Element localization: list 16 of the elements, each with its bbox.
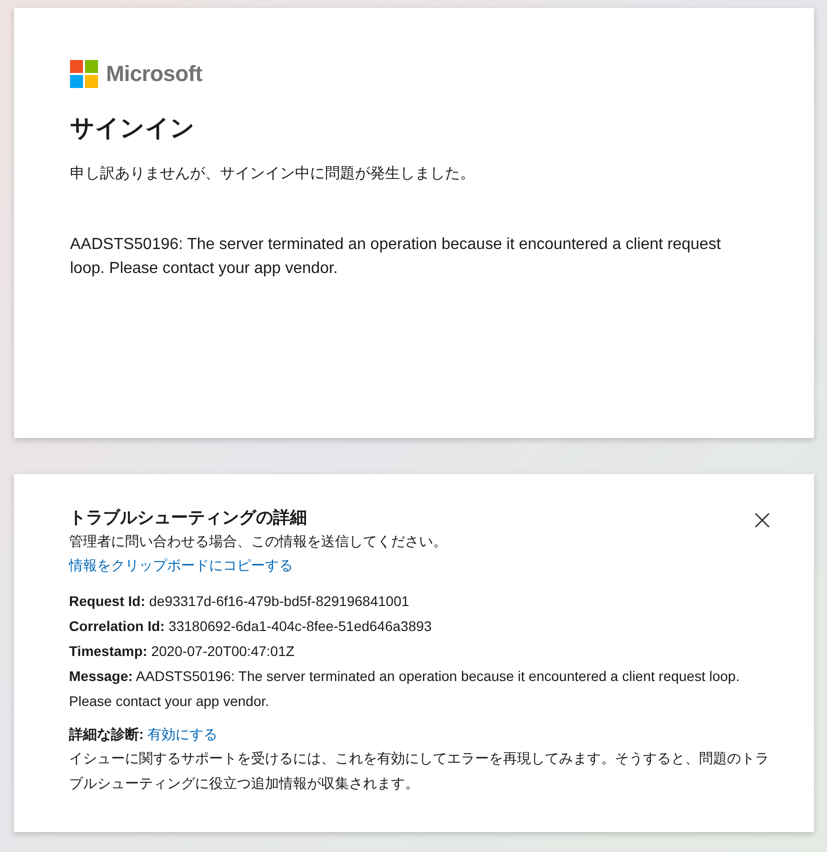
- logo-icon: [70, 60, 98, 88]
- error-summary: 申し訳ありませんが、サインイン中に問題が発生しました。: [70, 164, 476, 183]
- enable-link[interactable]: 有効にする: [148, 726, 218, 742]
- diagnostics-label: 詳細な診断:: [69, 726, 144, 742]
- page-title: サインイン: [70, 114, 196, 144]
- close-button[interactable]: ×: [746, 508, 778, 532]
- detail-line: Timestamp: 2020-07-20T00:47:01Z: [69, 642, 296, 661]
- detail-line: Message: AADSTS50196: The server terminated an operation because it encountered a client request loop. Please contact your app vendor.: [69, 667, 741, 711]
- copy-link[interactable]: 情報をクリップボードにコピーする: [69, 557, 293, 575]
- section-title: トラブルシューティングの詳細: [69, 507, 307, 529]
- intro-text: 管理者に問い合わせる場合、この情報を送信してください。: [69, 533, 448, 551]
- brand-name: Microsoft: [106, 61, 202, 87]
- diagnostics-description: イシューに関するサポートを受けるには、これを有効にしてエラーを再現してみます。そうすると、問題のトラブルシューティングに役立つ追加情報が収集されます。: [69, 749, 769, 793]
- detail-line: Correlation Id: 33180692-6da1-404c-8fee-51ed646a3893: [69, 617, 433, 636]
- error-message: AADSTS50196: The server terminated an operation because it encountered a client request loop. Please contact your app vendor.: [70, 235, 722, 279]
- detail-line: Request Id: de93317d-6f16-479b-bd5f-829196841001: [69, 592, 410, 611]
